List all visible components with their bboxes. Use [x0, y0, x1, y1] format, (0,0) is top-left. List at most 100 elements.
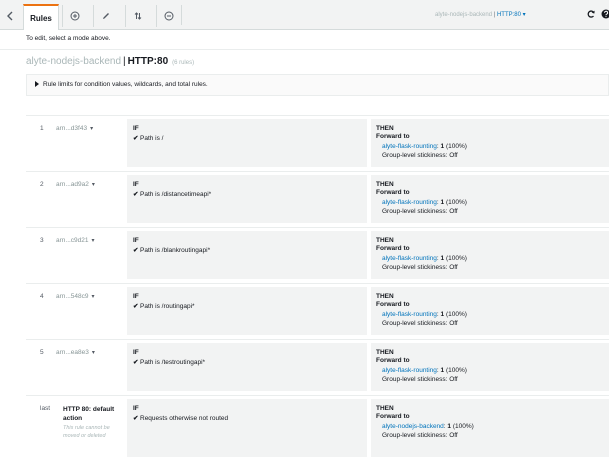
if-conditions: IF ✔ Path is / [127, 119, 367, 167]
rule-row: 4 arn...548c9 ▾ IF ✔ Path is /routingapi* … [26, 283, 609, 335]
rule-arn-dropdown[interactable]: arn...ad9a2 ▾ [56, 181, 95, 188]
check-icon: ✔ [133, 415, 139, 422]
weight: 1 [440, 199, 445, 206]
action-type: Forward to [376, 357, 410, 364]
then-label: THEN [376, 293, 394, 300]
weight-percent: (100%) [445, 199, 467, 206]
default-rule-note: This rule cannot be moved or deleted [63, 425, 110, 439]
rule-arn: arn...ad9a2 [56, 181, 89, 188]
rule-arn-dropdown[interactable]: arn...ea8e3 ▾ [56, 349, 95, 356]
then-actions: THEN Forward to alyte-flask-rounting: 1 … [371, 343, 609, 391]
rule-number: last [40, 405, 51, 412]
delete-rules-button[interactable] [156, 5, 180, 27]
if-conditions: IF ✔ Path is /testroutingapi* [127, 343, 367, 391]
if-label: IF [133, 125, 139, 132]
listener-name: HTTP:80 [496, 12, 521, 18]
title-listener: HTTP:80 [127, 56, 169, 67]
minus-circle-icon [164, 11, 173, 21]
rule-row: 2 arn...ad9a2 ▾ IF ✔ Path is /distancetime… [26, 171, 609, 223]
stickiness: Group-level stickiness: Off [382, 432, 458, 439]
rule-limits-expander[interactable]: Rule limits for condition values, wildca… [26, 74, 609, 96]
weight: 1 [440, 143, 445, 150]
mode-hint: To edit, select a mode above. [0, 30, 609, 50]
rule-count: (6 rules) [172, 60, 195, 66]
rule-arn: arn...d3f43 [56, 125, 88, 132]
caret-down-icon: ▾ [522, 12, 526, 18]
tab-rules[interactable]: Rules [23, 4, 59, 30]
condition-text: Path is /blankroutingapi* [140, 247, 211, 254]
page-title: alyte-nodejs-backend | HTTP:80 (6 rules) [26, 56, 194, 67]
if-label: IF [133, 405, 139, 412]
load-balancer-name: alyte-nodejs-backend [435, 12, 493, 18]
target-group-link[interactable]: alyte-flask-rounting [382, 367, 437, 374]
condition: ✔ Path is /routingapi* [133, 302, 361, 310]
then-actions: THEN Forward to alyte-flask-rounting: 1 … [371, 119, 609, 167]
caret-down-icon: ▾ [91, 350, 95, 356]
weight-percent: (100%) [445, 367, 467, 374]
weight-percent: (100%) [445, 255, 467, 262]
weight-percent: (100%) [452, 423, 474, 430]
target-group-line: alyte-nodejs-backend: 1 (100%) [382, 423, 474, 430]
weight-percent: (100%) [445, 143, 467, 150]
rule-number: 2 [40, 181, 44, 188]
if-conditions: IF ✔ Path is /blankroutingapi* [127, 231, 367, 279]
weight: 1 [447, 423, 452, 430]
then-label: THEN [376, 125, 394, 132]
listener-selector[interactable]: alyte-nodejs-backend | HTTP:80 ▾ [435, 11, 526, 18]
condition: ✔ Path is /distancetimeapi* [133, 190, 361, 198]
action-type: Forward to [376, 133, 410, 140]
target-group-link[interactable]: alyte-nodejs-backend [382, 423, 444, 430]
caret-down-icon: ▾ [91, 238, 95, 244]
weight: 1 [440, 311, 445, 318]
target-group-line: alyte-flask-rounting: 1 (100%) [382, 367, 467, 374]
target-group-link[interactable]: alyte-flask-rounting [382, 311, 437, 318]
condition: ✔ Requests otherwise not routed [133, 414, 361, 422]
if-conditions: IF ✔ Requests otherwise not routed [127, 399, 367, 457]
default-rule-name: HTTP 80: default action [63, 406, 115, 422]
target-group-link[interactable]: alyte-flask-rounting [382, 255, 437, 262]
then-actions: THEN Forward to alyte-flask-rounting: 1 … [371, 231, 609, 279]
rule-row: 1 arn...d3f43 ▾ IF ✔ Path is / THEN Forwar… [26, 115, 609, 167]
then-label: THEN [376, 405, 394, 412]
condition-text: Path is /testroutingapi* [140, 359, 206, 366]
pencil-icon [102, 13, 109, 19]
condition-text: Requests otherwise not routed [140, 415, 229, 422]
add-rules-button[interactable] [62, 5, 86, 27]
target-group-line: alyte-flask-rounting: 1 (100%) [382, 255, 467, 262]
toolbar-divider [181, 5, 182, 25]
stickiness: Group-level stickiness: Off [382, 208, 458, 215]
refresh-icon[interactable] [586, 9, 596, 19]
reorder-rules-button[interactable] [125, 5, 149, 27]
target-group-link[interactable]: alyte-flask-rounting [382, 199, 437, 206]
rule-row: 5 arn...ea8e3 ▾ IF ✔ Path is /testroutinga… [26, 339, 609, 391]
then-actions: THEN Forward to alyte-flask-rounting: 1 … [371, 175, 609, 223]
help-icon[interactable] [601, 9, 609, 19]
pipe-separator: | [493, 12, 496, 18]
check-icon: ✔ [133, 191, 139, 198]
caret-down-icon: ▾ [91, 294, 95, 300]
condition-text: Path is /routingapi* [140, 303, 195, 310]
stickiness: Group-level stickiness: Off [382, 376, 458, 383]
if-label: IF [133, 181, 139, 188]
rule-number: 1 [40, 125, 44, 132]
rule-arn-dropdown[interactable]: arn...548c9 ▾ [56, 293, 95, 300]
then-label: THEN [376, 181, 394, 188]
check-icon: ✔ [133, 303, 139, 310]
back-button[interactable] [0, 5, 20, 27]
caret-down-icon: ▾ [91, 182, 95, 188]
check-icon: ✔ [133, 135, 139, 142]
rule-arn-dropdown[interactable]: arn...c9d21 ▾ [56, 237, 95, 244]
check-icon: ✔ [133, 359, 139, 366]
rule-arn-dropdown[interactable]: arn...d3f43 ▾ [56, 125, 93, 132]
condition-text: Path is /distancetimeapi* [140, 191, 212, 198]
rule-arn: arn...548c9 [56, 293, 89, 300]
rules-toolbar: Rules alyte-nodejs-backend | HTTP:80 ▾ [0, 0, 609, 30]
if-label: IF [133, 349, 139, 356]
target-group-line: alyte-flask-rounting: 1 (100%) [382, 311, 467, 318]
if-conditions: IF ✔ Path is /routingapi* [127, 287, 367, 335]
rule-arn: arn...ea8e3 [56, 349, 89, 356]
target-group-link[interactable]: alyte-flask-rounting [382, 143, 437, 150]
title-separator: | [123, 56, 126, 67]
edit-rules-button[interactable] [93, 5, 117, 27]
then-actions: THEN Forward to alyte-nodejs-backend: 1 … [371, 399, 609, 457]
